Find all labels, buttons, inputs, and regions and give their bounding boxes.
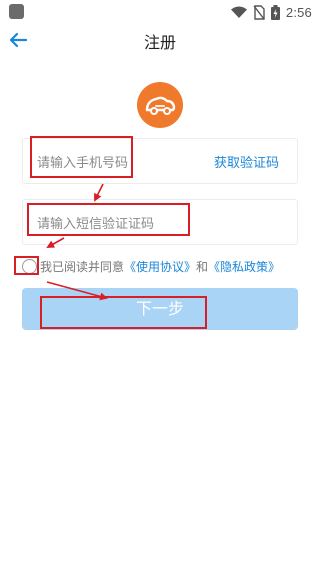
battery-icon: [270, 4, 280, 20]
phone-placeholder: 请输入手机号码: [37, 156, 129, 171]
agreement-and: 和: [196, 259, 209, 274]
notification-icon: [9, 4, 24, 19]
get-code-button[interactable]: 获取验证码: [214, 152, 279, 171]
terms-link[interactable]: 《使用协议》: [124, 258, 196, 275]
annotation-arrow-1: [94, 183, 104, 202]
privacy-link[interactable]: 《隐私政策》: [208, 258, 280, 275]
no-sim-icon: [253, 4, 265, 20]
app-logo: [137, 82, 183, 128]
status-bar: 2:56: [0, 0, 320, 24]
sms-code-placeholder: 请输入短信验证证码: [37, 217, 155, 232]
car-icon: [145, 96, 176, 115]
agreement-text: 我已阅读并同意: [40, 259, 125, 274]
sms-code-field[interactable]: 请输入短信验证证码: [22, 199, 298, 245]
status-time: 2:56: [285, 4, 312, 20]
agree-radio[interactable]: [22, 258, 37, 274]
phone-field[interactable]: 请输入手机号码 获取验证码: [22, 138, 298, 184]
status-icons: 2:56: [230, 2, 312, 22]
agreement-row: 我已阅读并同意 《使用协议》 和 《隐私政策》: [22, 256, 312, 276]
wifi-icon: [230, 6, 247, 18]
next-step-button[interactable]: 下一步: [22, 288, 298, 330]
header: 注册: [0, 24, 320, 56]
page-title: 注册: [143, 33, 176, 52]
